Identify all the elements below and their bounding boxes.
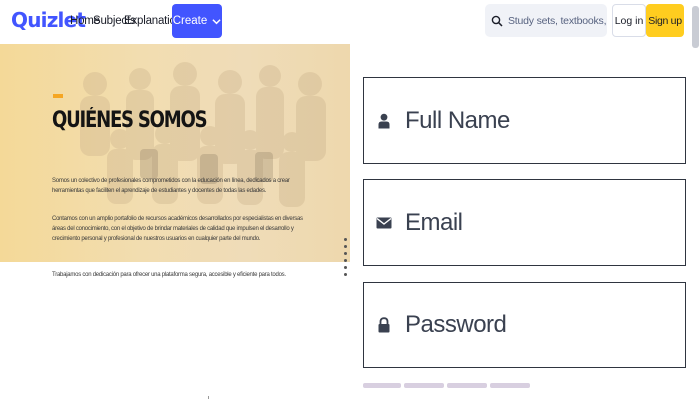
create-button-label: Create xyxy=(172,15,208,27)
carousel-dot[interactable] xyxy=(344,238,347,241)
about-paragraph-3: Trabajamos con dedicación para ofrecer u… xyxy=(52,272,286,278)
full-name-field[interactable] xyxy=(363,77,686,164)
page-title: QUIÉNES SOMOS xyxy=(52,108,208,133)
carousel-dots[interactable] xyxy=(344,238,348,280)
about-paragraph-2: Contamos con un amplio portafolio de rec… xyxy=(52,216,303,242)
envelope-icon xyxy=(376,217,392,228)
full-name-input[interactable] xyxy=(405,106,665,135)
strength-segment xyxy=(447,383,487,388)
about-paragraph-1: Somos un colectivo de profesionales comp… xyxy=(52,178,290,194)
create-button[interactable]: Create xyxy=(172,4,222,38)
carousel-dot[interactable] xyxy=(344,252,347,255)
strength-segment xyxy=(363,383,401,388)
strength-segment xyxy=(404,383,444,388)
password-field[interactable] xyxy=(363,282,686,368)
scrollbar-thumb[interactable] xyxy=(692,6,699,48)
search-icon xyxy=(491,15,503,27)
signup-button[interactable]: Sign up xyxy=(646,4,684,37)
strength-segment xyxy=(490,383,530,388)
login-button[interactable]: Log in xyxy=(612,4,646,37)
carousel-dot[interactable] xyxy=(344,259,347,262)
password-input[interactable] xyxy=(405,311,665,339)
email-input[interactable] xyxy=(405,208,665,237)
top-navigation: Quizlet Home Subjects Explanations Creat… xyxy=(0,0,700,48)
chevron-down-icon xyxy=(212,18,221,24)
title-accent xyxy=(53,94,63,98)
password-strength-meter xyxy=(363,383,530,388)
carousel-dot[interactable] xyxy=(344,245,347,248)
carousel-dot[interactable] xyxy=(344,266,347,269)
user-icon xyxy=(378,113,390,128)
search-placeholder: Study sets, textbooks, ... xyxy=(508,14,607,27)
lock-icon xyxy=(378,317,390,333)
carousel-dot[interactable] xyxy=(344,273,347,276)
search-bar[interactable]: Study sets, textbooks, ... xyxy=(485,4,607,37)
email-field[interactable] xyxy=(363,179,686,266)
divider-mark xyxy=(208,396,209,399)
